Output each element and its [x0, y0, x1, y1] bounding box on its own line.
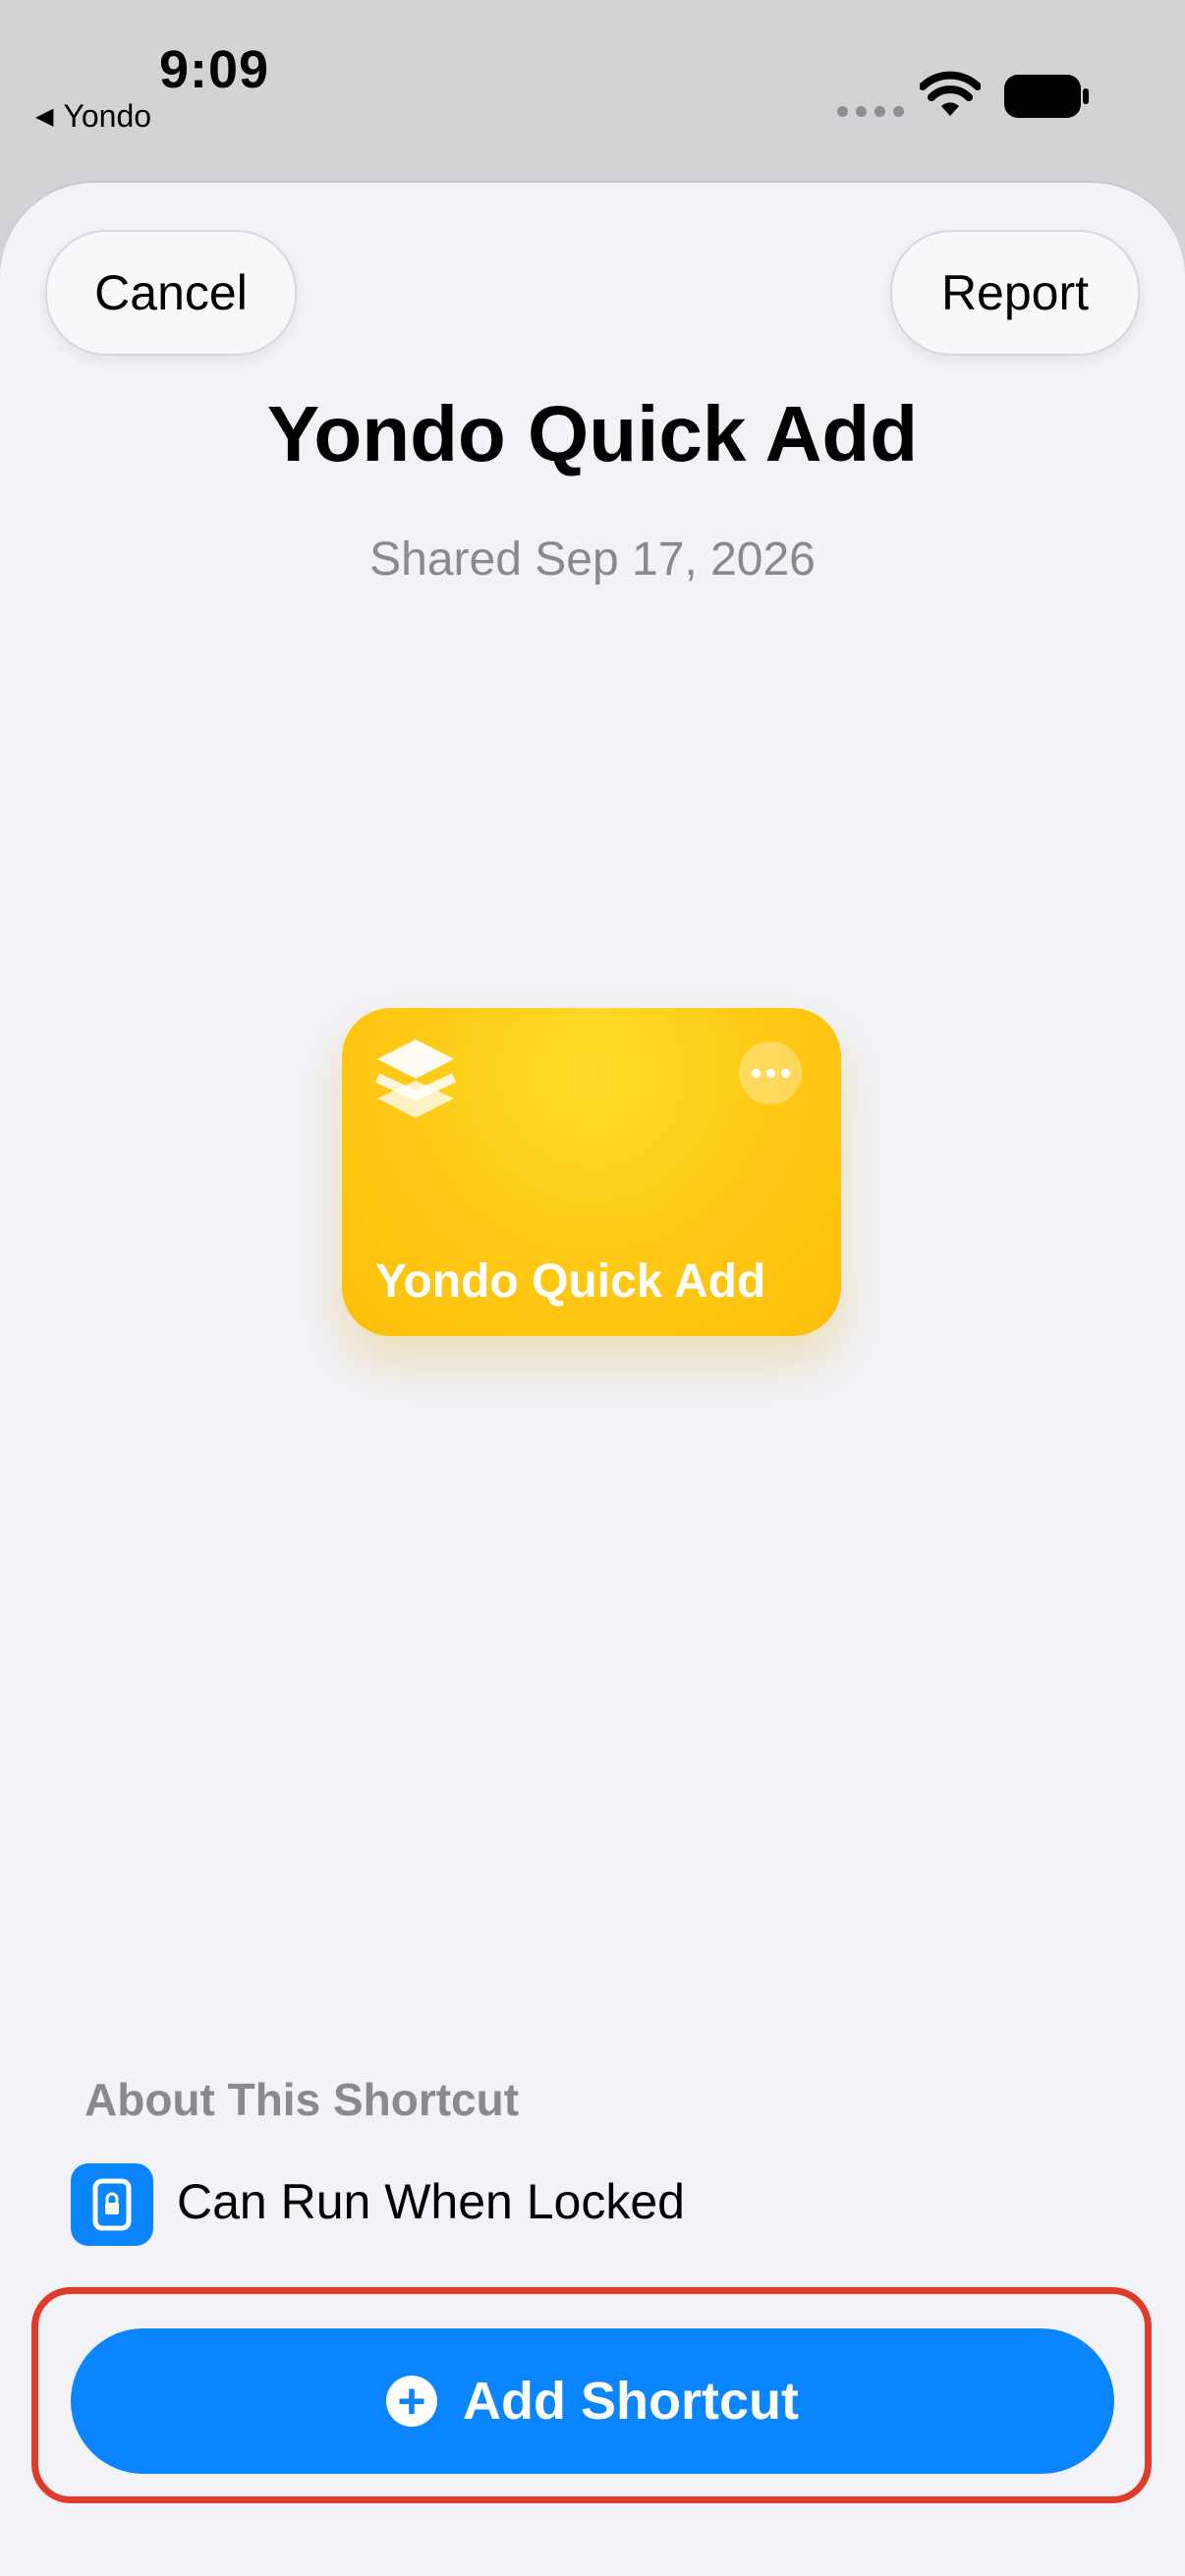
shortcut-title: Yondo Quick Add: [266, 390, 919, 477]
back-app-label: Yondo: [63, 98, 152, 134]
card-title: Yondo Quick Add: [375, 1256, 766, 1308]
cancel-button[interactable]: Cancel: [45, 230, 297, 356]
status-bar: 9:09 ◀ Yondo: [0, 0, 1185, 177]
lock-icon: [71, 2163, 153, 2246]
shared-date: Shared Sep 17, 2026: [369, 533, 816, 586]
more-options-icon[interactable]: [739, 1041, 802, 1104]
status-time: 9:09: [159, 40, 270, 99]
add-shortcut-label: Add Shortcut: [463, 2372, 799, 2431]
wifi-icon: [920, 71, 981, 116]
add-shortcut-button[interactable]: + Add Shortcut: [71, 2328, 1114, 2474]
shortcut-sheet: Cancel Report Yondo Quick Add Shared Sep…: [0, 183, 1185, 2576]
feature-can-run-locked: Can Run When Locked: [177, 2174, 685, 2229]
about-heading: About This Shortcut: [85, 2074, 520, 2125]
back-arrow-icon: ◀: [35, 103, 54, 130]
stack-icon: [375, 1039, 456, 1118]
cellular-signal-icon: [837, 106, 904, 117]
battery-icon: [1004, 75, 1089, 118]
report-button[interactable]: Report: [890, 230, 1140, 356]
shortcut-card[interactable]: Yondo Quick Add: [342, 1008, 841, 1336]
back-to-app-button[interactable]: ◀ Yondo: [35, 98, 151, 135]
plus-circle-icon: +: [386, 2376, 438, 2427]
